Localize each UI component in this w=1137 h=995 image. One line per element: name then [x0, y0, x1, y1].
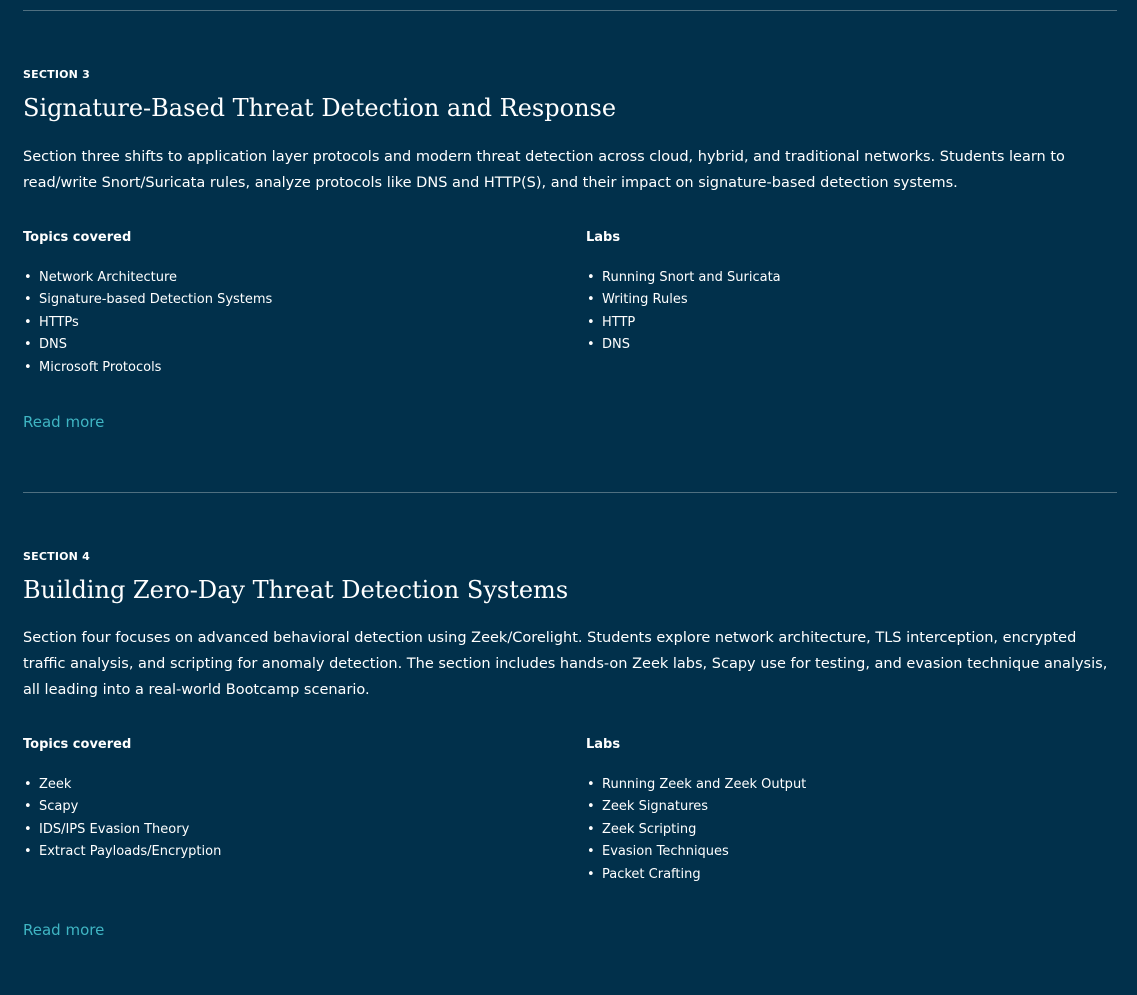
section-4-read-more-link[interactable]: Read more — [23, 920, 104, 940]
list-item: • Network Architecture — [23, 267, 543, 289]
list-item: • Running Zeek and Zeek Output — [586, 774, 1106, 796]
section-3-labs: Labs • Running Snort and Suricata • Writin… — [586, 229, 1106, 357]
bullet-icon: • — [24, 359, 32, 375]
list-item: • Zeek Signatures — [586, 796, 1106, 818]
bullet-icon: • — [587, 337, 595, 353]
section-4-topics-heading: Topics covered — [23, 737, 132, 752]
bullet-icon: • — [587, 799, 595, 815]
section-4-title: Building Zero-Day Threat Detection Syste… — [23, 576, 569, 604]
section-4-labs-list: • Running Zeek and Zeek Output • Zeek Sign… — [586, 774, 1106, 886]
list-item: • Zeek Scripting — [586, 819, 1106, 841]
section-4-label: SECTION 4 — [23, 550, 90, 563]
bullet-icon: • — [587, 314, 595, 330]
section-divider-middle — [23, 492, 1117, 493]
list-item: • Writing Rules — [586, 289, 1106, 311]
bullet-icon: • — [587, 777, 595, 792]
section-3-title: Signature-Based Threat Detection and Res… — [23, 94, 617, 122]
section-3-topics: Topics covered • Network Architecture • Si… — [23, 229, 543, 379]
bullet-icon: • — [24, 844, 32, 860]
section-3-description: Section three shifts to application laye… — [23, 149, 1065, 191]
bullet-icon: • — [587, 270, 595, 285]
course-sections-page: SECTION 3 Signature-Based Threat Detecti… — [0, 0, 1137, 995]
bullet-icon: • — [587, 821, 595, 837]
list-item: • Running Snort and Suricata — [586, 267, 1106, 289]
bullet-icon: • — [24, 270, 32, 285]
list-item: • DNS — [23, 334, 543, 356]
bullet-icon: • — [24, 821, 32, 837]
section-3-topics-heading: Topics covered — [23, 230, 132, 245]
bullet-icon: • — [24, 799, 32, 815]
list-item: • Microsoft Protocols — [23, 357, 543, 379]
list-item: • Zeek — [23, 774, 543, 796]
bullet-icon: • — [24, 777, 32, 792]
list-item: • HTTPs — [23, 312, 543, 334]
list-item: • Extract Payloads/Encryption — [23, 841, 543, 863]
bullet-icon: • — [587, 292, 595, 308]
section-4-labs-heading: Labs — [586, 737, 621, 752]
bullet-icon: • — [587, 844, 595, 860]
section-3-labs-list: • Running Snort and Suricata • Writing Rul… — [586, 267, 1106, 357]
section-3-read-more-link[interactable]: Read more — [23, 412, 104, 432]
section-4-topics-list: • Zeek • Scapy • IDS/IPS Evasion Theory • Ex… — [23, 774, 543, 864]
section-3-labs-heading: Labs — [586, 230, 621, 245]
section-4-topics: Topics covered • Zeek • Scapy • IDS/IPS Eva… — [23, 736, 543, 864]
list-item: • HTTP — [586, 312, 1106, 334]
section-4: SECTION 4 Building Zero-Day Threat Detec… — [23, 550, 1117, 950]
list-item: • Scapy — [23, 796, 543, 818]
section-3: SECTION 3 Signature-Based Threat Detecti… — [23, 68, 1117, 448]
section-4-description: Section four focuses on advanced behavio… — [23, 630, 1108, 698]
list-item: • Signature-based Detection Systems — [23, 289, 543, 311]
section-3-label: SECTION 3 — [23, 68, 90, 81]
bullet-icon: • — [587, 866, 595, 882]
section-4-labs: Labs • Running Zeek and Zeek Output • Zeek… — [586, 736, 1106, 886]
list-item: • Evasion Techniques — [586, 841, 1106, 863]
list-item: • DNS — [586, 334, 1106, 356]
bullet-icon: • — [24, 337, 32, 353]
bullet-icon: • — [24, 292, 32, 308]
section-3-topics-list: • Network Architecture • Signature-based D… — [23, 267, 543, 379]
bullet-icon: • — [24, 314, 32, 330]
section-divider-top — [23, 10, 1117, 11]
list-item: • Packet Crafting — [586, 864, 1106, 886]
list-item: • IDS/IPS Evasion Theory — [23, 819, 543, 841]
